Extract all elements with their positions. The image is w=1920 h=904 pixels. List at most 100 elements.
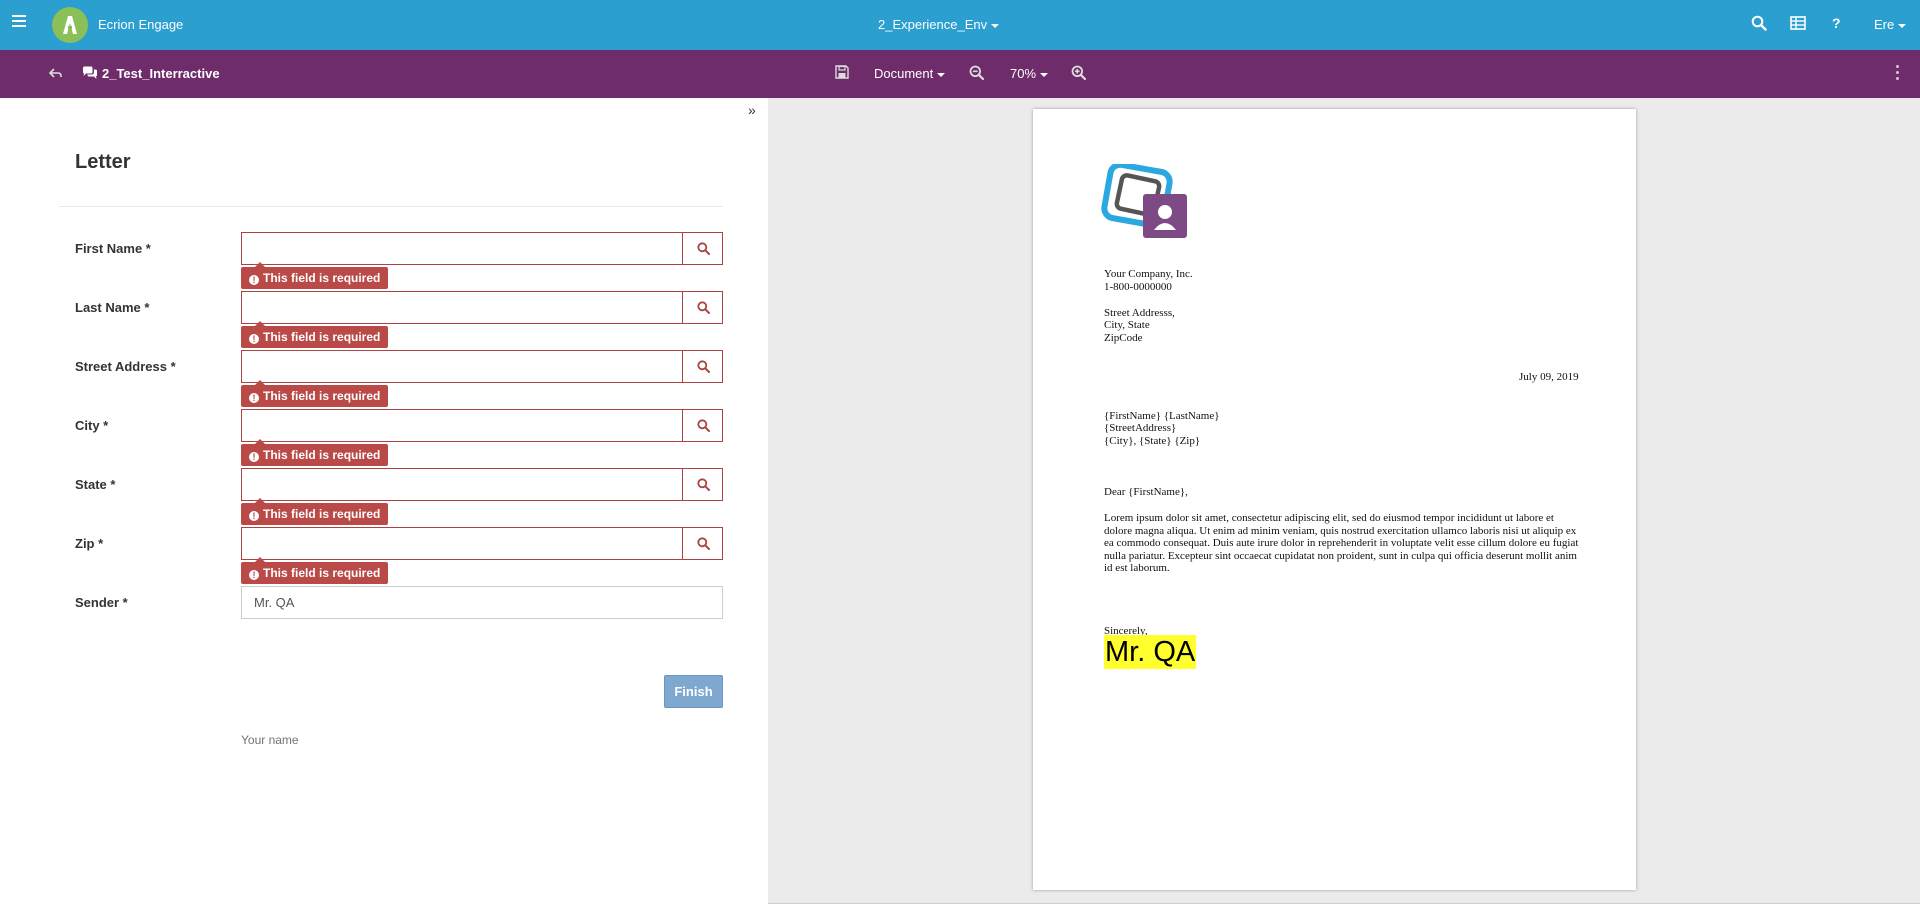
document-menu-dropdown[interactable]: Document	[874, 66, 946, 81]
user-menu[interactable]: Ere	[1874, 17, 1907, 32]
chevron-down-icon	[937, 72, 946, 77]
search-icon	[697, 478, 710, 491]
environment-label: 2_Experience_Env	[878, 17, 988, 32]
error-message: ! This field is required	[241, 380, 389, 407]
first-name-lookup-button[interactable]	[682, 233, 722, 264]
state-label: State *	[75, 477, 116, 492]
error-message: ! This field is required	[241, 498, 389, 525]
error-message: ! This field is required	[241, 321, 389, 348]
search-icon[interactable]	[1751, 15, 1767, 31]
title-divider	[59, 206, 723, 207]
zoom-level-dropdown[interactable]: 70%	[1010, 66, 1049, 81]
state-field-group	[241, 468, 723, 501]
form-panel: » Letter First Name * ! This field is req…	[0, 98, 768, 904]
salutation: Dear {FirstName},	[1104, 486, 1188, 498]
state-input[interactable]	[242, 469, 683, 500]
error-message: ! This field is required	[241, 439, 389, 466]
recipient-street: {StreetAddress}	[1104, 422, 1177, 434]
error-text: This field is required	[263, 271, 381, 285]
company-street: Street Addresss,	[1104, 307, 1175, 319]
document-preview-panel: Your Company, Inc. 1-800-0000000 Street …	[768, 98, 1920, 904]
sender-field-group	[241, 586, 723, 619]
exclamation-circle-icon: !	[249, 511, 259, 521]
sender-label: Sender *	[75, 595, 128, 610]
company-phone: 1-800-0000000	[1104, 281, 1172, 293]
street-address-label: Street Address *	[75, 359, 176, 374]
zip-label: Zip *	[75, 536, 104, 551]
search-icon	[697, 419, 710, 432]
chevron-down-icon	[991, 23, 1000, 28]
error-message: ! This field is required	[241, 262, 389, 289]
top-bar: Ecrion Engage 2_Experience_Env ? Ere	[0, 0, 1920, 50]
grid-icon[interactable]	[1790, 15, 1806, 31]
first-name-field-group	[241, 232, 723, 265]
form-title: Letter	[75, 151, 131, 173]
last-name-field-group	[241, 291, 723, 324]
last-name-lookup-button[interactable]	[682, 292, 722, 323]
last-name-input[interactable]	[242, 292, 683, 323]
back-icon[interactable]	[49, 66, 63, 80]
recipient-name: {FirstName} {LastName}	[1104, 410, 1220, 422]
error-text: This field is required	[263, 566, 381, 580]
company-logo-icon	[1101, 164, 1187, 238]
user-name: Ere	[1874, 17, 1895, 32]
exclamation-circle-icon: !	[249, 393, 259, 403]
error-text: This field is required	[263, 507, 381, 521]
last-name-row: Last Name * ! This field is required	[0, 291, 768, 348]
letter-body: Lorem ipsum dolor sit amet, consectetur …	[1104, 512, 1579, 574]
city-lookup-button[interactable]	[682, 410, 722, 441]
chevron-down-icon	[1040, 72, 1049, 77]
search-icon	[697, 360, 710, 373]
first-name-input[interactable]	[242, 233, 683, 264]
error-text: This field is required	[263, 330, 381, 344]
street-address-lookup-button[interactable]	[682, 351, 722, 382]
exclamation-circle-icon: !	[249, 275, 259, 285]
letter-page: Your Company, Inc. 1-800-0000000 Street …	[1033, 109, 1636, 890]
exclamation-circle-icon: !	[249, 452, 259, 462]
search-icon	[697, 242, 710, 255]
state-lookup-button[interactable]	[682, 469, 722, 500]
company-name: Your Company, Inc.	[1104, 268, 1193, 280]
help-icon[interactable]: ?	[1832, 15, 1841, 31]
sender-input[interactable]	[242, 587, 722, 618]
hamburger-icon[interactable]	[12, 15, 26, 28]
kebab-icon[interactable]	[1896, 65, 1900, 81]
first-name-label: First Name *	[75, 241, 151, 256]
first-name-row: First Name * ! This field is required	[0, 232, 768, 289]
zoom-in-icon[interactable]	[1071, 65, 1086, 80]
comments-icon	[83, 66, 97, 79]
error-text: This field is required	[263, 448, 381, 462]
company-zip: ZipCode	[1104, 332, 1143, 344]
state-row: State * ! This field is required	[0, 468, 768, 525]
collapse-icon[interactable]: »	[748, 102, 756, 118]
street-address-input[interactable]	[242, 351, 683, 382]
save-icon[interactable]	[835, 65, 849, 79]
error-text: This field is required	[263, 389, 381, 403]
search-icon	[697, 301, 710, 314]
environment-dropdown[interactable]: 2_Experience_Env	[878, 17, 1000, 32]
city-input[interactable]	[242, 410, 683, 441]
exclamation-circle-icon: !	[249, 334, 259, 344]
finish-button[interactable]: Finish	[664, 675, 723, 708]
zoom-level-value: 70%	[1010, 66, 1037, 81]
letter-date: July 09, 2019	[1519, 371, 1579, 383]
city-row: City * ! This field is required	[0, 409, 768, 466]
zoom-out-icon[interactable]	[969, 65, 984, 80]
zip-row: Zip * ! This field is required	[0, 527, 768, 584]
zip-lookup-button[interactable]	[682, 528, 722, 559]
street-address-field-group	[241, 350, 723, 383]
document-toolbar: 2_Test_Interractive Document 70%	[0, 50, 1920, 98]
street-address-row: Street Address * ! This field is required	[0, 350, 768, 407]
app-logo[interactable]	[52, 7, 88, 43]
search-icon	[697, 537, 710, 550]
city-label: City *	[75, 418, 109, 433]
company-city-state: City, State	[1104, 319, 1150, 331]
zip-input[interactable]	[242, 528, 683, 559]
chevron-down-icon	[1898, 23, 1907, 28]
sender-help-text: Your name	[241, 733, 299, 747]
last-name-label: Last Name *	[75, 300, 150, 315]
exclamation-circle-icon: !	[249, 570, 259, 580]
city-field-group	[241, 409, 723, 442]
app-name: Ecrion Engage	[98, 17, 184, 32]
error-message: ! This field is required	[241, 557, 389, 584]
